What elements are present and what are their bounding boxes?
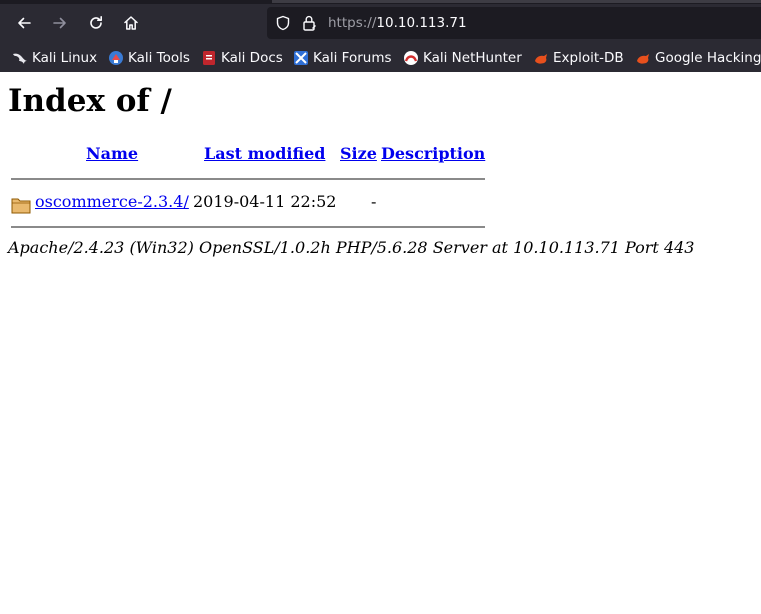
kali-dragon-icon (13, 53, 27, 64)
bookmark-exploit-db[interactable]: Exploit-DB (533, 48, 624, 68)
entry-size: - (371, 192, 377, 211)
column-header-size[interactable]: Size (340, 144, 377, 164)
server-signature: Apache/2.4.23 (Win32) OpenSSL/1.0.2h PHP… (8, 238, 695, 257)
kali-forums-icon (294, 51, 308, 65)
url-text[interactable]: https://10.10.113.71 (328, 14, 467, 32)
reload-button[interactable] (82, 9, 110, 37)
bookmark-google-hacking[interactable]: Google Hacking (635, 48, 761, 68)
kali-nethunter-icon (404, 51, 418, 65)
back-button[interactable] (10, 9, 38, 37)
google-hacking-icon (637, 54, 649, 64)
back-arrow-icon (18, 17, 31, 29)
reload-icon (90, 16, 102, 29)
bookmark-kali-nethunter[interactable]: Kali NetHunter (403, 48, 522, 68)
column-header-last-modified[interactable]: Last modified (204, 144, 325, 164)
bookmark-label: Kali Linux (32, 50, 98, 66)
kali-tools-icon (109, 51, 123, 65)
tracking-protection-shield-icon[interactable] (275, 15, 291, 31)
bookmark-label: Kali Tools (128, 50, 190, 66)
column-header-name[interactable]: Name (86, 144, 138, 164)
footer-divider (11, 226, 485, 228)
folder-icon (11, 198, 31, 214)
entry-name-link[interactable]: oscommerce-2.3.4/ (35, 192, 189, 212)
column-header-description[interactable]: Description (381, 144, 485, 164)
url-scheme: https:// (328, 15, 377, 31)
browser-toolbar: https://10.10.113.71 Kali Linux Kali Too… (0, 0, 761, 72)
bookmark-label: Exploit-DB (553, 50, 624, 66)
bookmarks-toolbar: Kali Linux Kali Tools Kali Docs Kali For… (0, 45, 761, 71)
bookmark-kali-docs[interactable]: Kali Docs (201, 48, 283, 68)
url-host: 10.10.113.71 (376, 15, 467, 31)
kali-docs-icon (203, 51, 215, 65)
bookmark-label: Kali Forums (313, 50, 392, 66)
bookmark-label: Kali Docs (221, 50, 283, 66)
home-icon (124, 16, 138, 30)
bookmark-label: Google Hacking (655, 50, 761, 66)
bookmark-kali-linux[interactable]: Kali Linux (12, 48, 97, 68)
lock-icon[interactable] (301, 14, 317, 32)
header-divider (11, 178, 485, 180)
bookmark-kali-forums[interactable]: Kali Forums (293, 48, 392, 68)
forward-button[interactable] (46, 9, 74, 37)
bookmark-kali-tools[interactable]: Kali Tools (108, 48, 190, 68)
page-title: Index of / (8, 83, 172, 119)
home-button[interactable] (117, 9, 145, 37)
exploit-db-icon (535, 54, 547, 64)
table-row: oscommerce-2.3.4/ 2019-04-11 22:52 - (11, 192, 485, 214)
forward-arrow-icon (53, 17, 66, 29)
page-content: Index of / Name Last modified Size Descr… (0, 72, 761, 614)
tab-strip (0, 0, 761, 4)
address-bar[interactable]: https://10.10.113.71 (267, 7, 761, 39)
bookmark-label: Kali NetHunter (423, 50, 522, 66)
entry-last-modified: 2019-04-11 22:52 (193, 192, 337, 211)
